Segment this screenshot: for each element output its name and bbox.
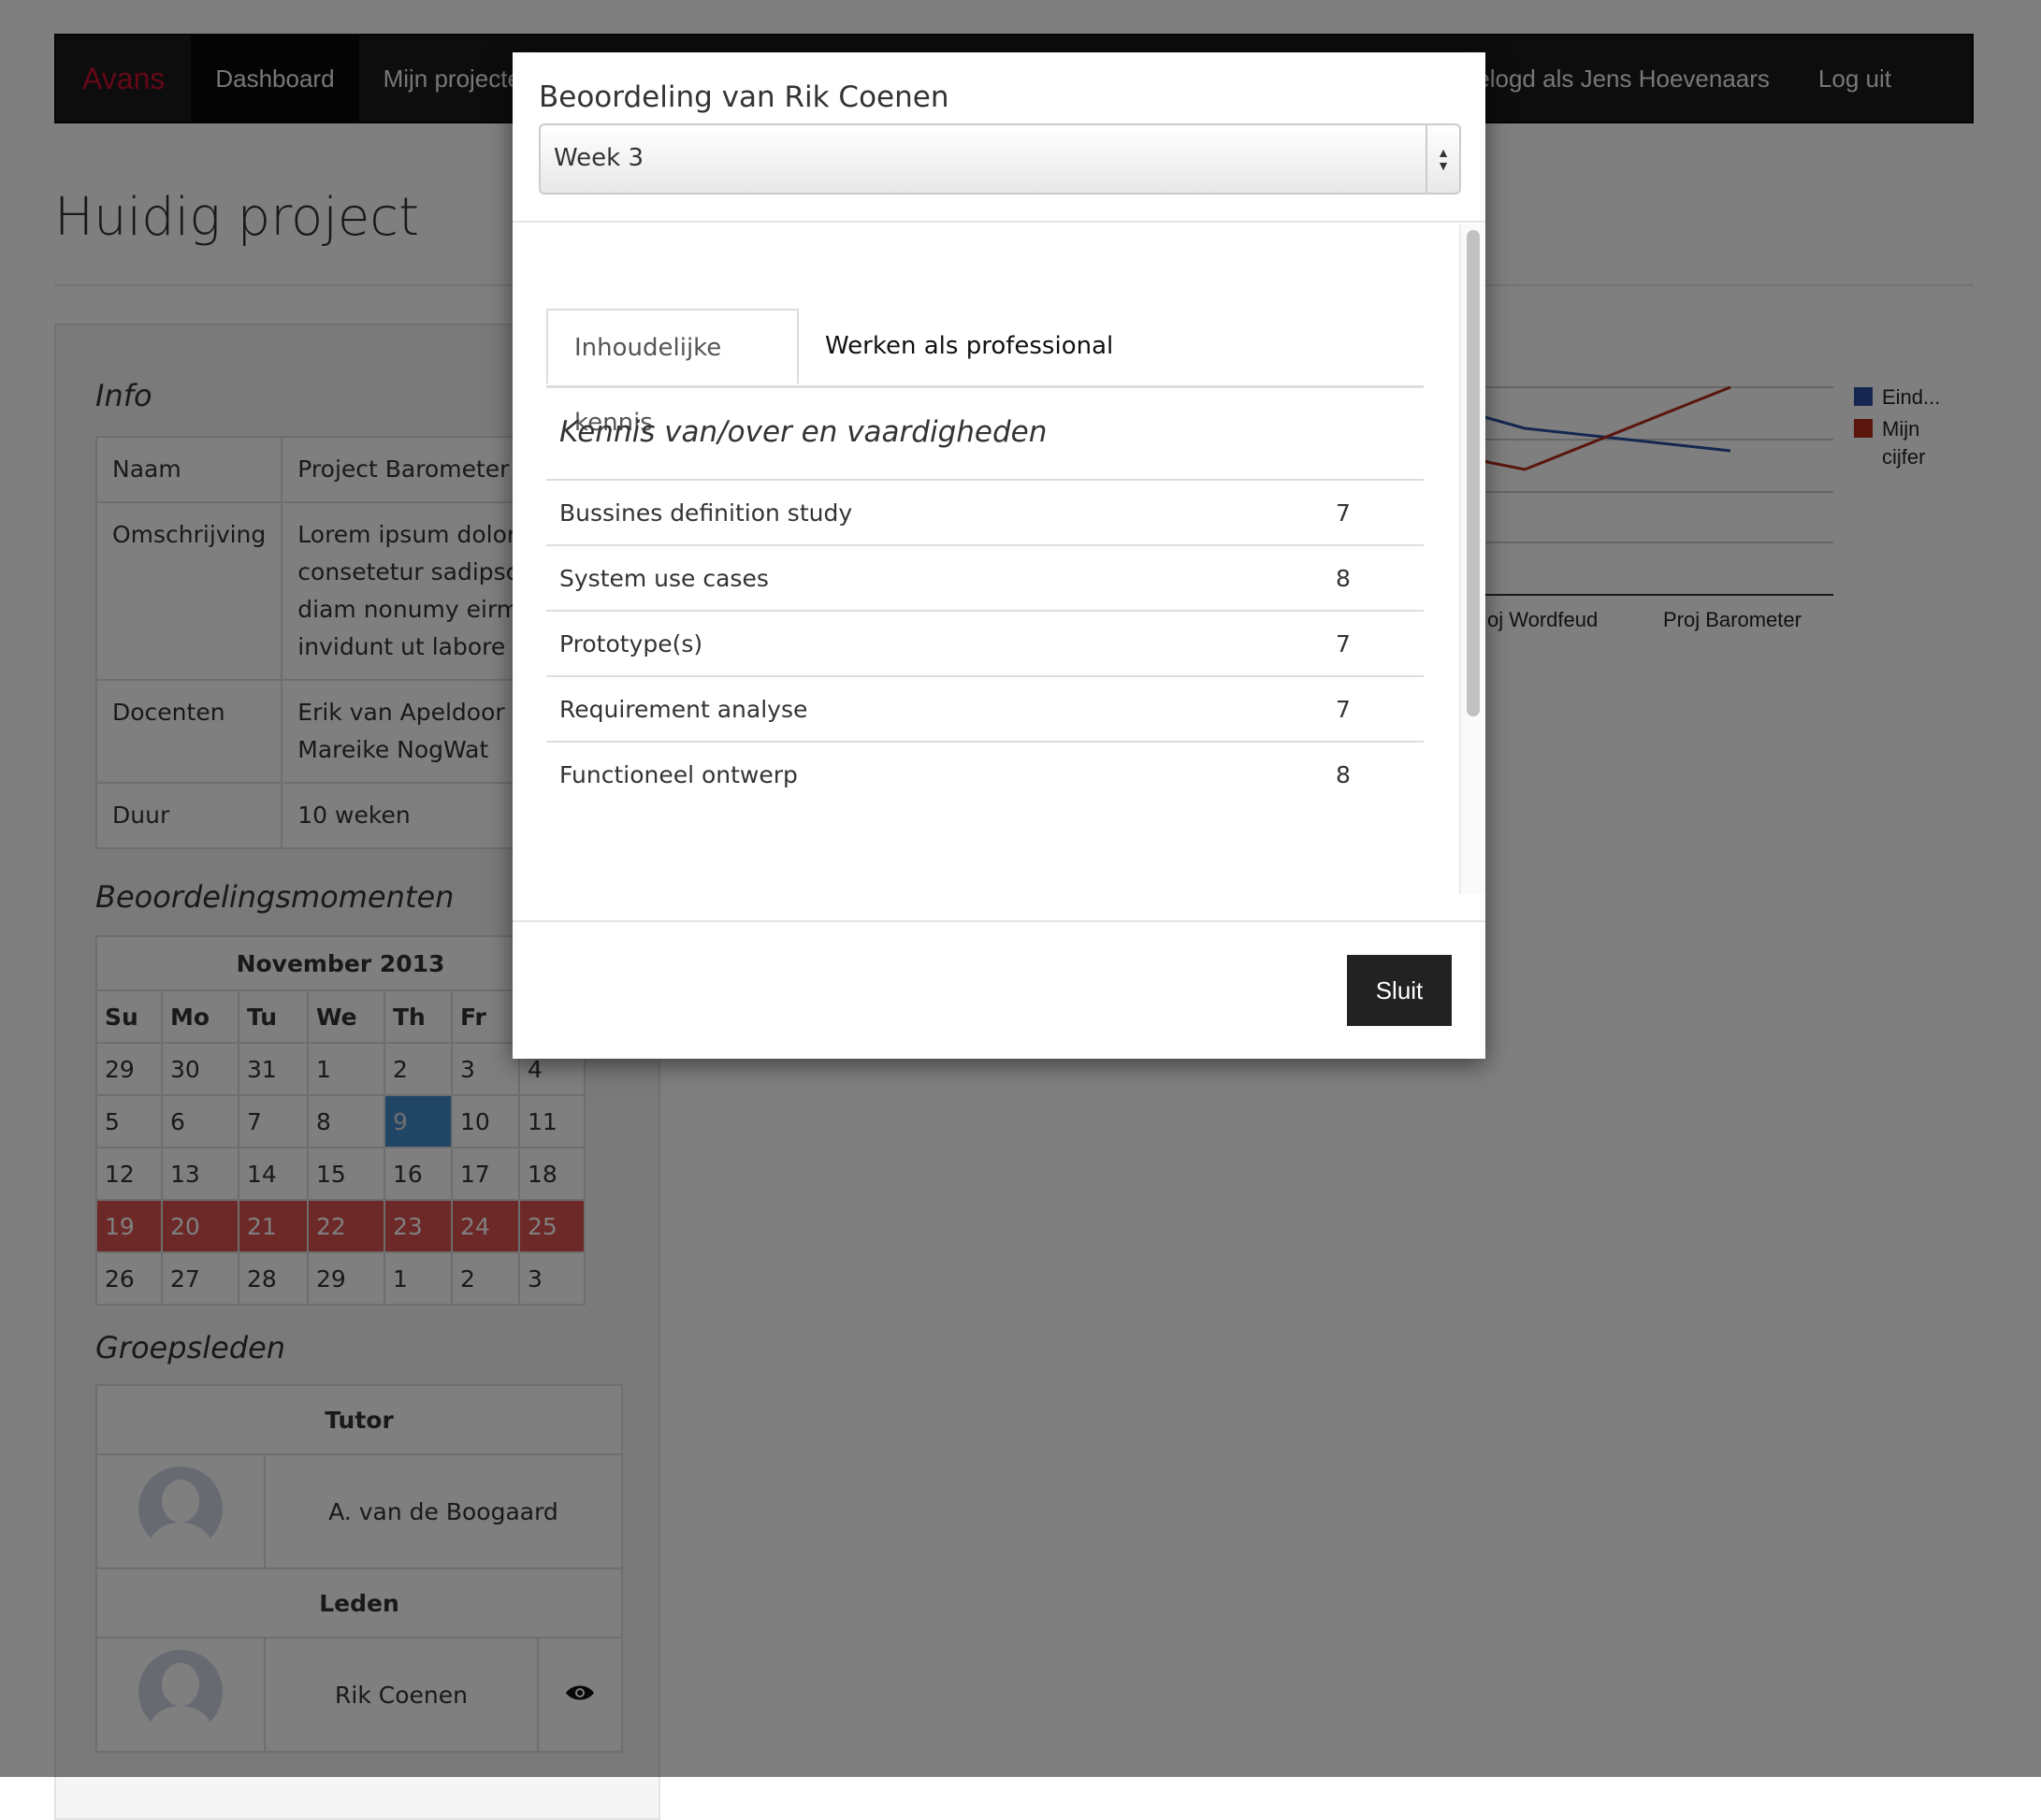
grade-row: Bussines definition study 7 <box>546 479 1424 545</box>
grade-label: System use cases <box>546 544 1323 611</box>
assessment-modal: Beoordeling van Rik Coenen Week 3 ▲ ▼ Inh… <box>513 52 1485 1059</box>
close-button[interactable]: Sluit <box>1347 955 1452 1026</box>
grade-value: 7 <box>1323 675 1424 742</box>
modal-header: Beoordeling van Rik Coenen Week 3 ▲ ▼ <box>513 52 1485 223</box>
modal-body: Inhoudelijke kennis Werken als professio… <box>513 223 1463 896</box>
tab-werken-als-professional[interactable]: Werken als professional <box>799 309 1139 385</box>
grade-row: Functioneel ontwerp 8 <box>546 741 1424 806</box>
grade-label: Bussines definition study <box>546 479 1323 545</box>
select-arrows-icon: ▲ ▼ <box>1426 125 1459 193</box>
modal-footer: Sluit <box>513 920 1485 1059</box>
modal-title: Beoordeling van Rik Coenen <box>539 80 949 114</box>
section-subheading: Kennis van/over en vaardigheden <box>559 415 1048 449</box>
grade-label: Functioneel ontwerp <box>546 741 1323 806</box>
week-select-value: Week 3 <box>554 144 644 172</box>
scroll-thumb[interactable] <box>1467 230 1480 716</box>
week-select[interactable]: Week 3 ▲ ▼ <box>539 123 1461 195</box>
grade-value: 7 <box>1323 610 1424 676</box>
tab-inhoudelijke-kennis[interactable]: Inhoudelijke kennis <box>546 309 799 437</box>
grade-row: System use cases 8 <box>546 544 1424 611</box>
grades-table: Bussines definition study 7 System use ca… <box>546 479 1424 806</box>
modal-scrollbar[interactable] <box>1459 224 1485 894</box>
grade-value: 7 <box>1323 479 1424 545</box>
grade-label: Prototype(s) <box>546 610 1323 676</box>
grade-row: Prototype(s) 7 <box>546 610 1424 676</box>
grade-row: Requirement analyse 7 <box>546 675 1424 742</box>
grade-value: 8 <box>1323 544 1424 611</box>
grade-value: 8 <box>1323 741 1424 806</box>
grade-label: Requirement analyse <box>546 675 1323 742</box>
tabs: Inhoudelijke kennis Werken als professio… <box>546 309 1424 437</box>
